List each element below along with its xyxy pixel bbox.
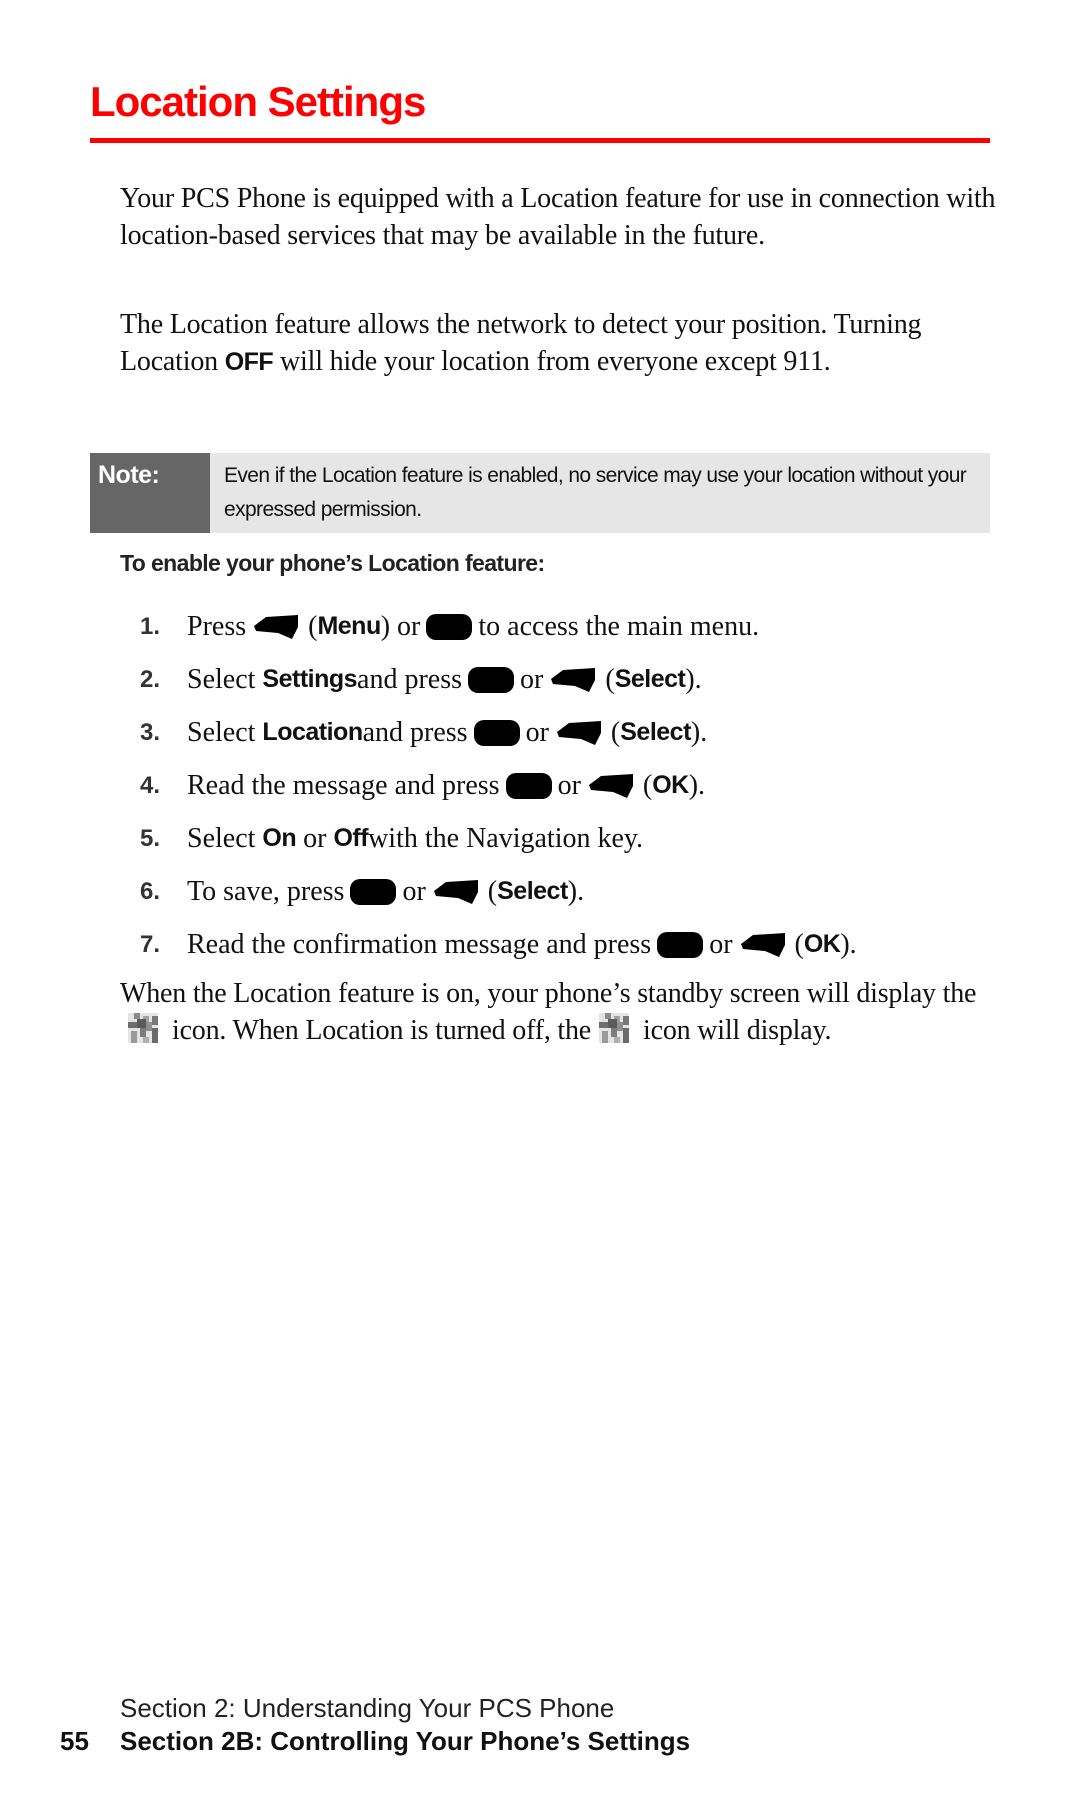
step-number: 1.: [140, 612, 161, 640]
step-text: (: [794, 928, 804, 960]
step-number: 6.: [140, 877, 161, 905]
step-text: or: [709, 928, 733, 960]
step-text: or: [520, 663, 544, 695]
step-text: Read the confirmation message and press: [187, 928, 652, 960]
location-keyword: Location: [262, 718, 363, 746]
step-number: 2.: [140, 665, 161, 693]
location-on-icon: [128, 1013, 158, 1043]
steps-list: 1. Press (Menu) or to access the main me…: [140, 600, 1040, 971]
select-keyword: Select: [614, 665, 686, 693]
select-keyword: Select: [620, 718, 691, 746]
step-text: (: [605, 663, 615, 695]
step-text: (: [610, 716, 621, 748]
step-text: ).: [567, 875, 585, 907]
step-number: 5.: [140, 824, 161, 852]
step-text: or: [525, 716, 549, 748]
closing-paragraph: When the Location feature is on, your ph…: [120, 975, 1000, 1049]
closing-text: icon. When Location is turned off, the: [172, 1015, 592, 1046]
step-text: or: [557, 769, 581, 801]
left-softkey-icon: [252, 613, 302, 641]
step-text: Read the message and press: [187, 769, 500, 801]
settings-keyword: Settings: [262, 665, 358, 693]
step-text: (: [642, 769, 653, 801]
page-title: Location Settings: [90, 78, 426, 125]
intro-paragraph-1: Your PCS Phone is equipped with a Locati…: [120, 183, 996, 251]
step-number: 3.: [140, 718, 161, 746]
step-text: ) or: [380, 610, 421, 642]
note-box: Note: Even if the Location feature is en…: [90, 453, 990, 533]
step-text: ).: [685, 663, 702, 695]
page-number: 55: [60, 1726, 89, 1756]
step-text: ).: [840, 928, 857, 960]
step-text: Select: [187, 663, 256, 695]
step-text: and press: [362, 716, 468, 748]
step-item: 7. Read the confirmation message and pre…: [140, 918, 1040, 971]
menu-keyword: Menu: [317, 612, 381, 640]
left-softkey-icon: [555, 719, 605, 747]
off-keyword: OFF: [224, 348, 274, 376]
step-item: 3. Select Location and press or (Select)…: [140, 706, 1040, 759]
step-text: Press: [187, 610, 247, 642]
ok-keyword: OK: [803, 930, 841, 958]
step-text: Select: [187, 716, 256, 748]
on-keyword: On: [262, 824, 297, 852]
step-text: Select: [187, 822, 256, 854]
menu-ok-key-icon: [350, 878, 397, 905]
location-off-icon: [599, 1013, 629, 1043]
step-text: with the Navigation key.: [368, 822, 644, 854]
note-text: Even if the Location feature is enabled,…: [224, 464, 967, 521]
footer-line: 55 Section 2B: Controlling Your Phone’s S…: [60, 1726, 690, 1757]
closing-text: icon will display.: [643, 1015, 832, 1046]
step-number: 7.: [140, 930, 161, 958]
step-item: 5. Select On or Off with the Navigation …: [140, 812, 1040, 865]
off-keyword: Off: [333, 824, 369, 852]
footer-subsection-title: Section 2B: Controlling Your Phone’s Set…: [120, 1726, 691, 1756]
left-softkey-icon: [549, 666, 599, 694]
left-softkey-icon: [739, 931, 789, 959]
procedure-heading: To enable your phone’s Location feature:: [120, 550, 545, 576]
footer-section-title: Section 2: Understanding Your PCS Phone: [120, 1693, 615, 1723]
menu-ok-key-icon: [657, 931, 704, 958]
step-text: or: [402, 875, 426, 907]
select-keyword: Select: [497, 877, 568, 905]
step-text: (: [308, 610, 318, 642]
left-softkey-icon: [432, 878, 482, 906]
menu-ok-key-icon: [473, 719, 520, 746]
note-label: Note:: [90, 453, 210, 533]
step-text: ).: [688, 769, 706, 801]
step-item: 4. Read the message and press or (OK).: [140, 759, 1040, 812]
step-text: ).: [690, 716, 708, 748]
closing-text: When the Location feature is on, your ph…: [120, 978, 977, 1009]
step-text: To save, press: [187, 875, 345, 907]
ok-keyword: OK: [652, 771, 689, 799]
title-rule: [90, 138, 990, 143]
step-item: 1. Press (Menu) or to access the main me…: [140, 600, 1040, 653]
menu-ok-key-icon: [468, 666, 515, 693]
step-item: 6. To save, press or (Select).: [140, 865, 1040, 918]
left-softkey-icon: [587, 772, 637, 800]
step-text: (: [487, 875, 498, 907]
step-text: to access the main menu.: [478, 610, 760, 642]
step-text: and press: [357, 663, 463, 695]
step-number: 4.: [140, 771, 161, 799]
step-text: or: [303, 822, 327, 854]
menu-ok-key-icon: [426, 613, 473, 640]
intro-text: will hide your location from everyone ex…: [273, 346, 831, 377]
menu-ok-key-icon: [505, 772, 552, 799]
intro-paragraph-2: The Location feature allows the network …: [120, 306, 1000, 381]
step-item: 2. Select Settings and press or (Select)…: [140, 653, 1040, 706]
